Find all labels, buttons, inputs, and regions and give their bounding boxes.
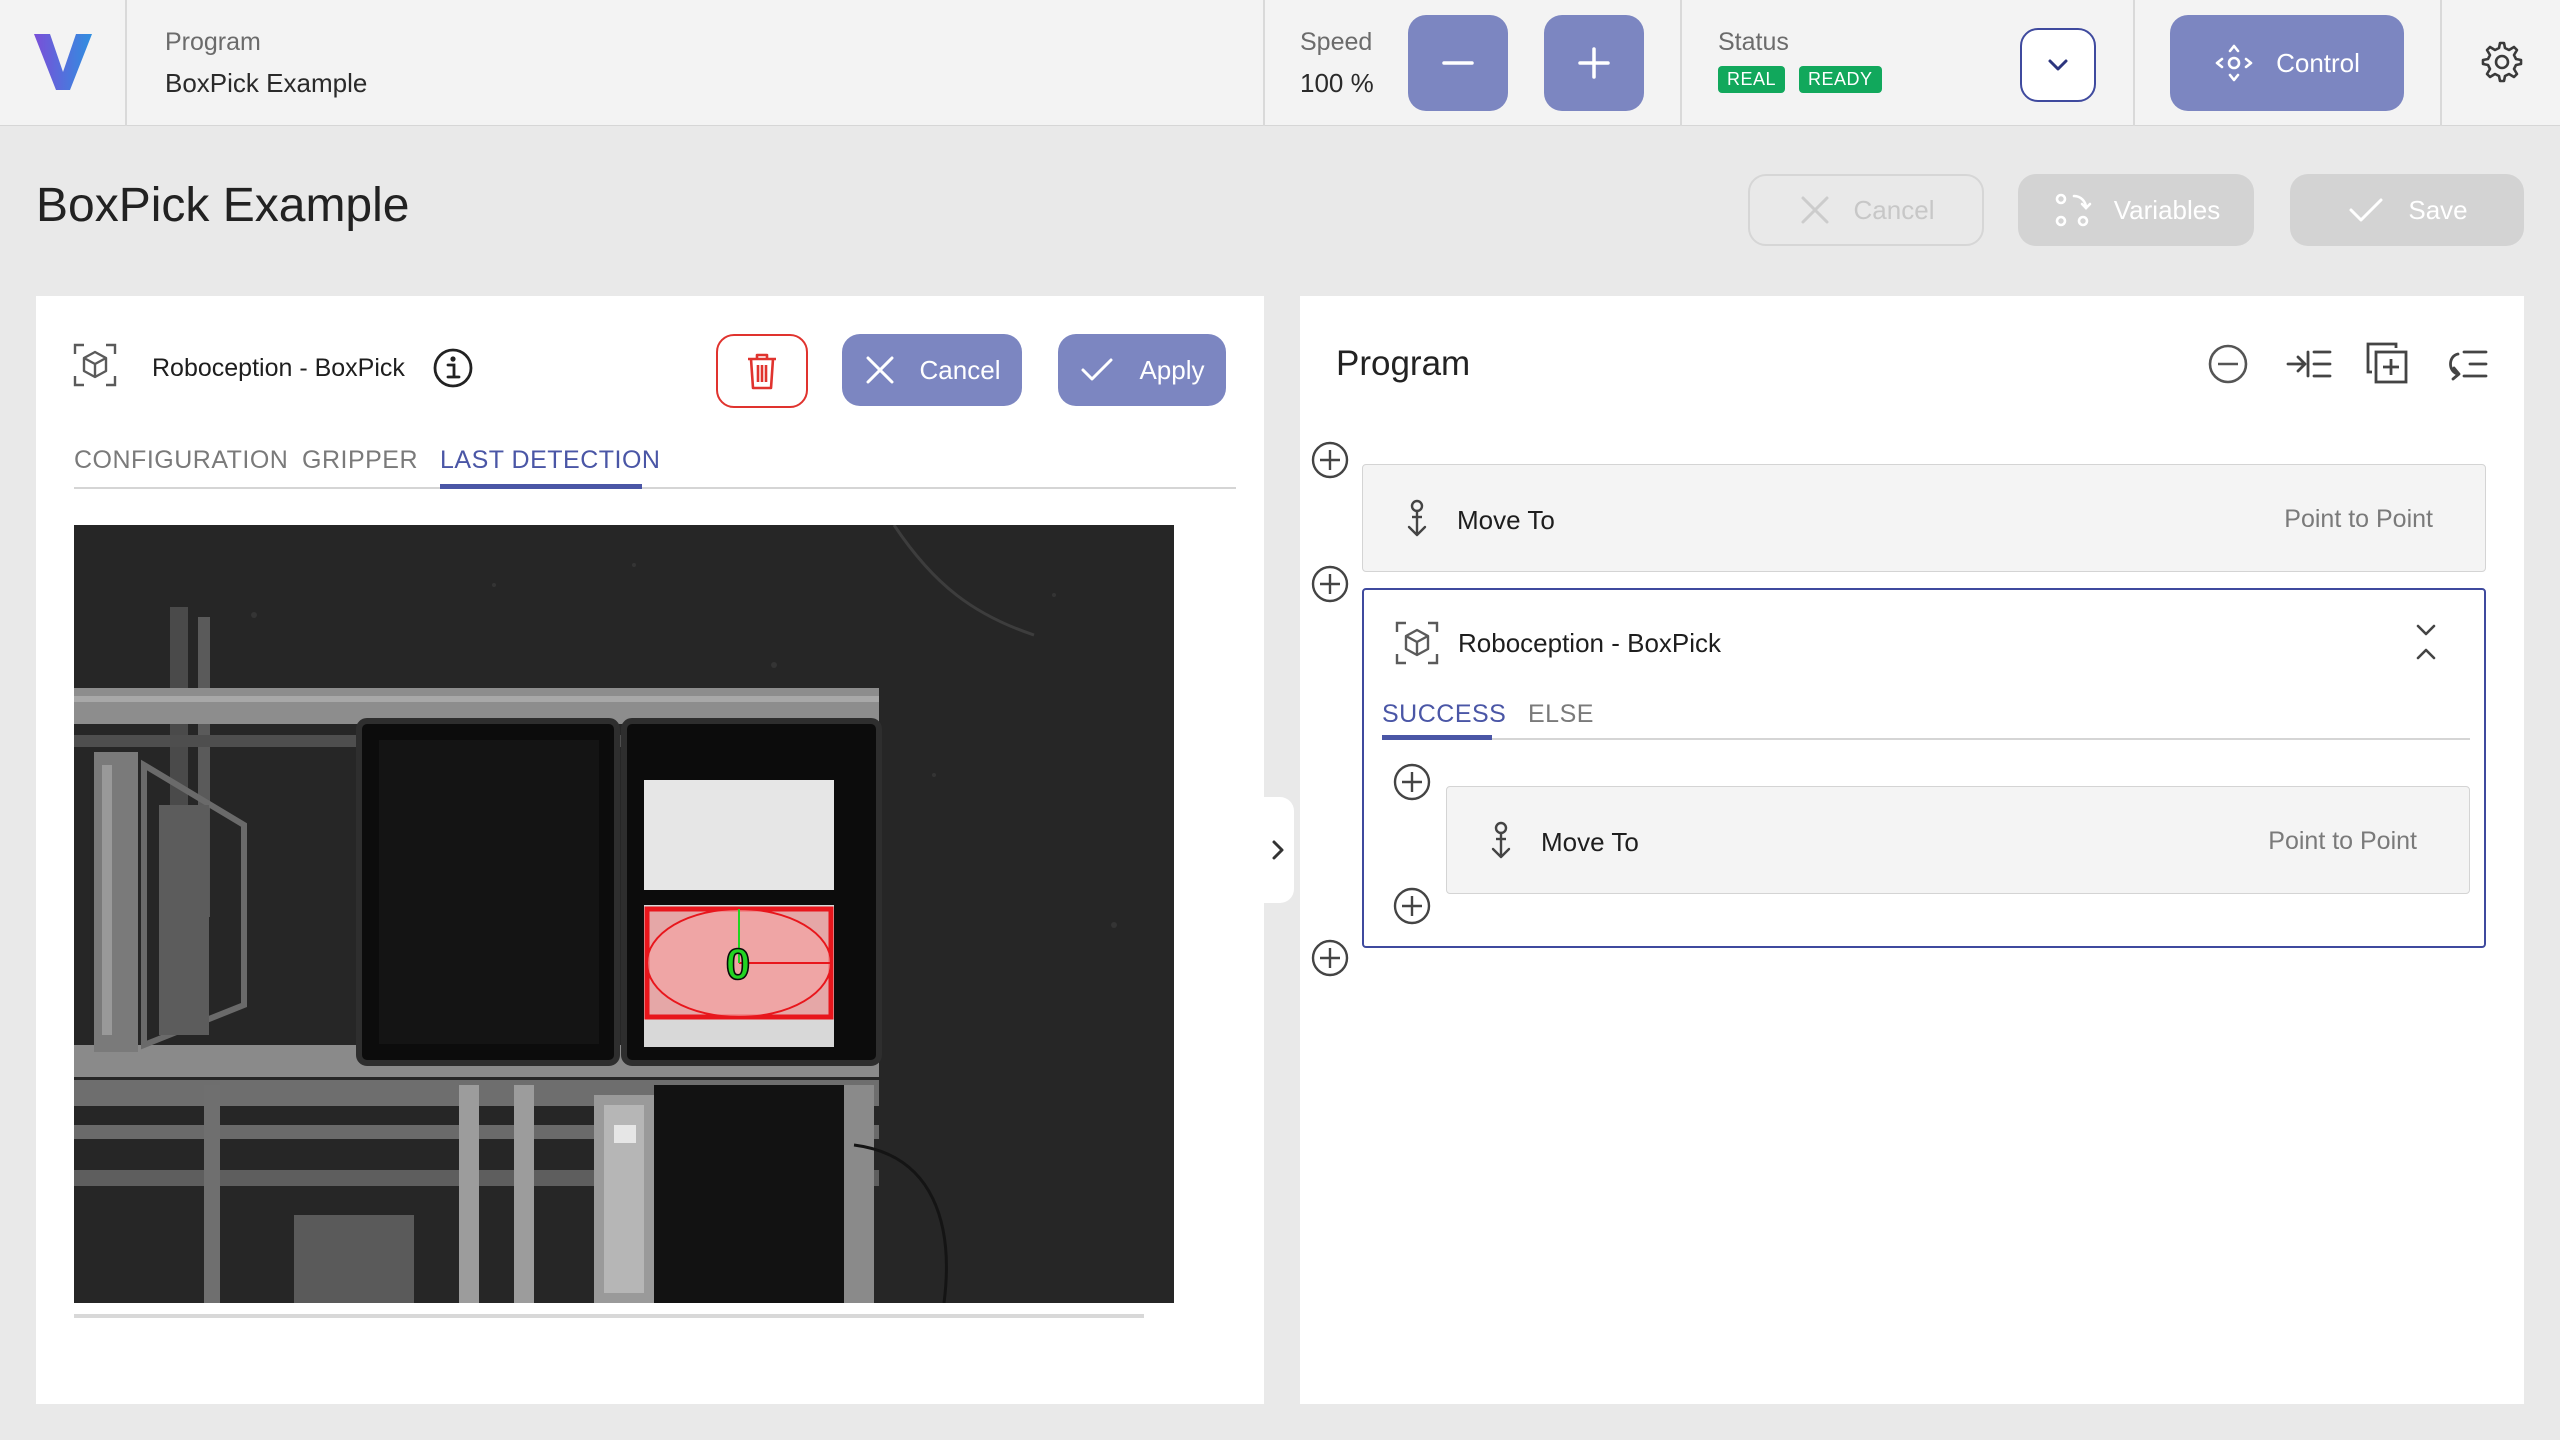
branch-tab-success[interactable]: SUCCESS (1382, 700, 1506, 729)
image-horizontal-scrollbar[interactable] (74, 1314, 1174, 1324)
indent-icon (2286, 350, 2332, 378)
save-button[interactable]: Save (2290, 174, 2524, 246)
boxpick-node-icon (1394, 620, 1440, 666)
plus-circle-icon (1393, 887, 1431, 925)
speed-label: Speed (1300, 28, 1373, 56)
add-step-button[interactable] (1310, 938, 1350, 978)
check-icon (2349, 198, 2383, 222)
add-step-button[interactable] (1310, 564, 1350, 604)
step-title: Roboception - BoxPick (1458, 628, 1722, 658)
program-name: BoxPick Example (165, 68, 368, 98)
add-step-button[interactable] (1310, 440, 1350, 480)
variables-button[interactable]: Variables (2018, 174, 2254, 246)
camera-detection-image: 0 (74, 525, 1174, 1303)
boxpick-node-icon (72, 342, 118, 388)
status-tags: REAL READY (1718, 66, 1882, 93)
gear-icon (2481, 41, 2523, 83)
indent-button[interactable] (2284, 342, 2332, 386)
step-title: Move To (1541, 827, 1639, 857)
chevron-down-icon (2048, 59, 2068, 71)
save-label: Save (2408, 194, 2468, 225)
minus-circle-icon (2208, 344, 2248, 384)
copy-add-icon (2366, 342, 2408, 384)
speed-increase-button[interactable] (1544, 15, 1644, 111)
move-to-icon (1487, 821, 1515, 863)
active-tab-indicator (440, 484, 642, 489)
apply-label: Apply (1139, 354, 1205, 385)
duplicate-button[interactable] (2364, 340, 2410, 386)
close-icon (1801, 196, 1829, 224)
trash-icon (748, 353, 776, 390)
header-cancel-button[interactable]: Cancel (1748, 174, 1984, 246)
header-cancel-label: Cancel (1853, 194, 1935, 225)
chevron-right-icon (1272, 840, 1284, 860)
program-step[interactable]: Move To Point to Point (1362, 464, 2486, 572)
tab-configuration[interactable]: CONFIGURATION (74, 446, 288, 475)
control-button-label: Control (2276, 47, 2360, 78)
speed-decrease-button[interactable] (1408, 15, 1508, 111)
settings-button[interactable] (2480, 40, 2524, 84)
branch-active-indicator (1382, 735, 1492, 740)
apply-button[interactable]: Apply (1058, 334, 1226, 406)
minus-icon (1442, 61, 1474, 65)
top-bar: Program BoxPick Example Speed 100 % Stat… (0, 0, 2560, 126)
node-title: Roboception - BoxPick (152, 354, 405, 382)
variables-icon (2055, 193, 2092, 227)
outdent-icon (2449, 350, 2488, 381)
node-config-panel: Roboception - BoxPick Cancel Apply CONFI… (36, 296, 1264, 1404)
plus-circle-icon (1311, 565, 1349, 603)
plus-icon (1578, 47, 1610, 79)
page-title: BoxPick Example (36, 179, 410, 232)
detection-label: 0 (726, 940, 750, 989)
step-subtitle: Point to Point (2284, 505, 2433, 533)
plus-circle-icon (1393, 763, 1431, 801)
check-icon (1081, 358, 1113, 381)
variables-label: Variables (2113, 194, 2221, 225)
node-cancel-button[interactable]: Cancel (842, 334, 1022, 406)
tab-last-detection[interactable]: LAST DETECTION (440, 446, 660, 475)
delete-node-button[interactable] (716, 334, 808, 408)
speed-value: 100 % (1300, 68, 1374, 98)
branch-tab-else[interactable]: ELSE (1528, 700, 1594, 729)
branch-tabs-divider (1382, 738, 2470, 740)
add-branch-step-button[interactable] (1392, 762, 1432, 802)
panel-collapse-handle[interactable] (1262, 797, 1294, 903)
collapse-icon (2416, 624, 2436, 660)
program-panel: Program Move To Point to Point Robocepti… (1300, 296, 2524, 1404)
tab-gripper[interactable]: GRIPPER (302, 446, 418, 475)
step-subtitle: Point to Point (2268, 827, 2417, 855)
status-expand-button[interactable] (2020, 28, 2096, 102)
info-icon (433, 348, 473, 388)
app-logo (30, 28, 96, 94)
move-to-icon (1403, 499, 1431, 541)
status-badge-ready: READY (1799, 66, 1882, 93)
nested-program-step[interactable]: Move To Point to Point (1446, 786, 2470, 894)
program-panel-title: Program (1336, 344, 1471, 383)
info-button[interactable] (432, 347, 474, 389)
node-cancel-label: Cancel (919, 354, 1001, 385)
tabs-divider (74, 487, 1236, 489)
step-title: Move To (1457, 505, 1555, 535)
status-label: Status (1718, 28, 1789, 56)
add-branch-step-button[interactable] (1392, 886, 1432, 926)
status-badge-real: REAL (1718, 66, 1786, 93)
collapse-step-button[interactable] (2410, 622, 2442, 662)
outdent-button[interactable] (2444, 342, 2490, 386)
program-step-selected[interactable]: Roboception - BoxPick SUCCESS ELSE Move … (1362, 588, 2486, 948)
control-button[interactable]: Control (2170, 15, 2404, 111)
collapse-all-button[interactable] (2206, 342, 2250, 386)
move-arrows-icon (2215, 44, 2253, 82)
close-icon (866, 356, 894, 384)
plus-circle-icon (1311, 939, 1349, 977)
plus-circle-icon (1311, 441, 1349, 479)
program-label: Program (165, 28, 261, 56)
detection-image-viewport[interactable]: 0 (74, 525, 1210, 1315)
